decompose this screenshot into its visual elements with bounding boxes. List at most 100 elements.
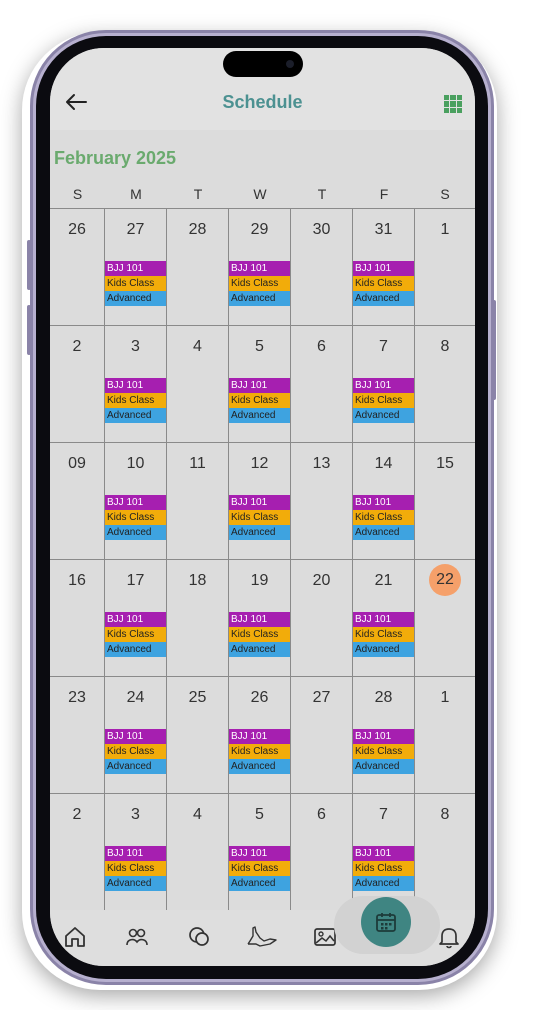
event-chip[interactable]: Kids Class	[229, 393, 290, 408]
event-chip[interactable]: Advanced	[229, 408, 290, 423]
calendar-day-cell[interactable]: 2	[50, 326, 105, 443]
calendar-day-cell[interactable]: 7 BJJ 101 Kids Class Advanced	[353, 794, 415, 911]
event-chip[interactable]: Advanced	[229, 291, 290, 306]
event-chip[interactable]: Kids Class	[229, 276, 290, 291]
calendar-day-cell[interactable]: 25	[167, 677, 229, 794]
event-chip[interactable]: BJJ 101	[353, 729, 414, 744]
event-chip[interactable]: BJJ 101	[229, 378, 290, 393]
event-chip[interactable]: BJJ 101	[229, 846, 290, 861]
calendar-day-cell[interactable]: 5 BJJ 101 Kids Class Advanced	[229, 326, 291, 443]
calendar-day-cell[interactable]: 3 BJJ 101 Kids Class Advanced	[105, 794, 167, 911]
calendar-day-cell[interactable]: 28	[167, 209, 229, 326]
event-chip[interactable]: Kids Class	[229, 861, 290, 876]
calendar-day-cell[interactable]: 30	[291, 209, 353, 326]
event-chip[interactable]: Kids Class	[229, 627, 290, 642]
calendar-day-cell[interactable]: 09	[50, 443, 105, 560]
event-chip[interactable]: Kids Class	[105, 276, 166, 291]
calendar-day-cell[interactable]: 21 BJJ 101 Kids Class Advanced	[353, 560, 415, 677]
event-chip[interactable]: BJJ 101	[353, 495, 414, 510]
event-chip[interactable]: Advanced	[353, 876, 414, 891]
event-chip[interactable]: Advanced	[229, 876, 290, 891]
grid-view-icon[interactable]	[444, 95, 462, 113]
event-chip[interactable]: Kids Class	[353, 744, 414, 759]
calendar-day-cell[interactable]: 26	[50, 209, 105, 326]
calendar-day-cell[interactable]: 16	[50, 560, 105, 677]
calendar-day-cell[interactable]: 17 BJJ 101 Kids Class Advanced	[105, 560, 167, 677]
event-chip[interactable]: Advanced	[229, 525, 290, 540]
event-chip[interactable]: BJJ 101	[229, 729, 290, 744]
calendar-day-cell[interactable]: 5 BJJ 101 Kids Class Advanced	[229, 794, 291, 911]
calendar-day-cell[interactable]: 28 BJJ 101 Kids Class Advanced	[353, 677, 415, 794]
event-chip[interactable]: Kids Class	[105, 510, 166, 525]
event-chip[interactable]: Kids Class	[353, 510, 414, 525]
event-chip[interactable]: Kids Class	[353, 861, 414, 876]
calendar-day-cell[interactable]: 12 BJJ 101 Kids Class Advanced	[229, 443, 291, 560]
calendar-day-cell[interactable]: 24 BJJ 101 Kids Class Advanced	[105, 677, 167, 794]
event-chip[interactable]: Kids Class	[353, 393, 414, 408]
event-chip[interactable]: Advanced	[353, 525, 414, 540]
calendar-day-cell[interactable]: 27	[291, 677, 353, 794]
event-chip[interactable]: BJJ 101	[353, 378, 414, 393]
event-chip[interactable]: Kids Class	[105, 744, 166, 759]
event-chip[interactable]: Kids Class	[105, 393, 166, 408]
event-chip[interactable]: Kids Class	[105, 627, 166, 642]
calendar-day-cell[interactable]: 31 BJJ 101 Kids Class Advanced	[353, 209, 415, 326]
event-chip[interactable]: Advanced	[105, 525, 166, 540]
event-chip[interactable]: BJJ 101	[105, 729, 166, 744]
event-chip[interactable]: Advanced	[229, 642, 290, 657]
event-chip[interactable]: Advanced	[353, 642, 414, 657]
event-chip[interactable]: Advanced	[105, 291, 166, 306]
event-chip[interactable]: Kids Class	[353, 627, 414, 642]
members-icon[interactable]	[124, 924, 150, 950]
calendar-day-cell[interactable]: 22	[415, 560, 475, 677]
calendar-day-cell[interactable]: 27 BJJ 101 Kids Class Advanced	[105, 209, 167, 326]
calendar-day-cell[interactable]: 1	[415, 677, 475, 794]
event-chip[interactable]: Advanced	[229, 759, 290, 774]
calendar-day-cell[interactable]: 13	[291, 443, 353, 560]
calendar-day-cell[interactable]: 6	[291, 794, 353, 911]
bell-icon[interactable]	[436, 924, 462, 950]
calendar-day-cell[interactable]: 8	[415, 326, 475, 443]
event-chip[interactable]: Kids Class	[229, 510, 290, 525]
event-chip[interactable]: BJJ 101	[353, 612, 414, 627]
event-chip[interactable]: Advanced	[105, 759, 166, 774]
calendar-day-cell[interactable]: 29 BJJ 101 Kids Class Advanced	[229, 209, 291, 326]
calendar-day-cell[interactable]: 23	[50, 677, 105, 794]
calendar-day-cell[interactable]: 4	[167, 326, 229, 443]
event-chip[interactable]: BJJ 101	[353, 846, 414, 861]
calendar-day-cell[interactable]: 7 BJJ 101 Kids Class Advanced	[353, 326, 415, 443]
calendar-day-cell[interactable]: 20	[291, 560, 353, 677]
event-chip[interactable]: BJJ 101	[105, 846, 166, 861]
calendar-day-cell[interactable]: 6	[291, 326, 353, 443]
calendar-icon[interactable]	[361, 897, 411, 947]
event-chip[interactable]: Kids Class	[353, 276, 414, 291]
calendar-day-cell[interactable]: 2	[50, 794, 105, 911]
calendar-day-cell[interactable]: 1	[415, 209, 475, 326]
event-chip[interactable]: Advanced	[105, 408, 166, 423]
event-chip[interactable]: Kids Class	[229, 744, 290, 759]
calendar-day-cell[interactable]: 14 BJJ 101 Kids Class Advanced	[353, 443, 415, 560]
calendar-day-cell[interactable]: 15	[415, 443, 475, 560]
hand-icon[interactable]	[246, 924, 280, 950]
calendar-day-cell[interactable]: 10 BJJ 101 Kids Class Advanced	[105, 443, 167, 560]
calendar-day-cell[interactable]: 8	[415, 794, 475, 911]
event-chip[interactable]: BJJ 101	[229, 495, 290, 510]
event-chip[interactable]: BJJ 101	[229, 612, 290, 627]
event-chip[interactable]: Advanced	[105, 642, 166, 657]
calendar-day-cell[interactable]: 3 BJJ 101 Kids Class Advanced	[105, 326, 167, 443]
event-chip[interactable]: BJJ 101	[105, 612, 166, 627]
calendar-day-cell[interactable]: 11	[167, 443, 229, 560]
event-chip[interactable]: Advanced	[353, 291, 414, 306]
event-chip[interactable]: BJJ 101	[105, 378, 166, 393]
event-chip[interactable]: Kids Class	[105, 861, 166, 876]
calendar-day-cell[interactable]: 18	[167, 560, 229, 677]
event-chip[interactable]: BJJ 101	[105, 261, 166, 276]
event-chip[interactable]: BJJ 101	[105, 495, 166, 510]
event-chip[interactable]: Advanced	[353, 759, 414, 774]
calendar-day-cell[interactable]: 4	[167, 794, 229, 911]
calendar-day-cell[interactable]: 19 BJJ 101 Kids Class Advanced	[229, 560, 291, 677]
event-chip[interactable]: Advanced	[353, 408, 414, 423]
calendar-day-cell[interactable]: 26 BJJ 101 Kids Class Advanced	[229, 677, 291, 794]
event-chip[interactable]: BJJ 101	[229, 261, 290, 276]
event-chip[interactable]: BJJ 101	[353, 261, 414, 276]
